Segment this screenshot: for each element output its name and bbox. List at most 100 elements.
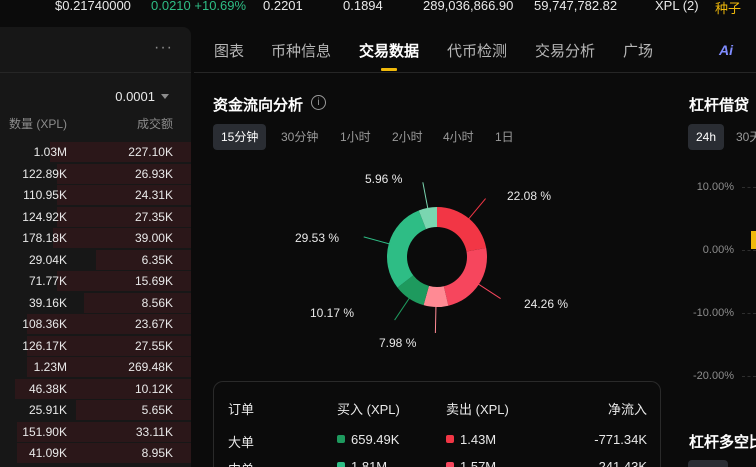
range-24h[interactable]: 24h [688, 124, 725, 150]
timeframe-4h[interactable]: 4小时 [435, 124, 482, 150]
ask-row[interactable]: 1.23M 269.48K [0, 356, 191, 378]
col-header-order: 订单 [228, 402, 255, 417]
sell-amount: 1.43M [460, 432, 497, 447]
range-tab[interactable] [688, 460, 728, 467]
buy-value: 659.49K [337, 432, 399, 447]
seed-tag[interactable]: 种子 [715, 0, 741, 17]
tab-trade-data[interactable]: 交易数据 [359, 40, 419, 61]
sell-value: 1.57M [446, 459, 496, 467]
timeframe-15m[interactable]: 15分钟 [213, 124, 267, 150]
ask-row[interactable]: 108.36K 23.67K [0, 313, 191, 335]
ticker-bar: $0.21740000 0.0210 +10.69% 0.2201 0.1894… [0, 0, 756, 16]
leader-line [476, 282, 501, 300]
info-circle-icon[interactable]: i [311, 95, 326, 110]
ask-row[interactable]: 39.16K 8.56K [0, 292, 191, 314]
ask-row[interactable]: 25.91K 5.65K [0, 399, 191, 421]
order-type: 大单 [228, 435, 255, 450]
panel-divider [0, 72, 191, 73]
ask-row[interactable]: 178.18K 39.00K [0, 227, 191, 249]
orders-table: 订单 买入 (XPL) 卖出 (XPL) 净流入 大单 659.49K 1.43… [213, 381, 661, 467]
tab-chart[interactable]: 图表 [214, 40, 244, 61]
col-header-buy: 买入 (XPL) [337, 402, 400, 417]
ask-qty: 46.38K [28, 381, 67, 396]
sell-marker-icon [446, 435, 454, 443]
ask-qty: 108.36K [22, 317, 67, 331]
donut-slice[interactable] [437, 207, 487, 252]
ask-row[interactable]: 151.90K 33.11K [0, 421, 191, 443]
y-tick: -20.00% [693, 370, 734, 382]
timeframe-1d[interactable]: 1日 [487, 124, 522, 150]
ask-qty: 126.17K [22, 338, 67, 353]
more-dots-icon[interactable]: ··· [154, 39, 173, 57]
ask-row[interactable]: 122.89K 26.93K [0, 163, 191, 185]
depth-bar [84, 292, 191, 313]
tab-token-check[interactable]: 代币检测 [447, 40, 507, 61]
ask-total: 26.93K [134, 166, 173, 181]
ask-qty: 178.18K [22, 231, 67, 245]
donut-slice[interactable] [387, 210, 427, 288]
ask-row[interactable]: 41.09K 8.95K [0, 442, 191, 464]
range-30d[interactable]: 30天 [736, 124, 756, 150]
ask-qty: 1.03M [33, 145, 67, 159]
ask-qty: 124.92K [22, 209, 67, 224]
buy-value: 1.81M [337, 459, 387, 467]
ask-row[interactable]: 110.95K 24.31K [0, 184, 191, 206]
ai-icon[interactable]: Ai [719, 42, 733, 58]
buy-marker-icon [337, 435, 345, 443]
ask-total: 27.55K [134, 338, 173, 353]
sell-marker-icon [446, 462, 454, 467]
slice-label: 24.26 % [524, 297, 569, 311]
ask-qty: 29.04K [28, 252, 67, 267]
col-header-sell: 卖出 (XPL) [446, 402, 509, 417]
timeframe-30m[interactable]: 30分钟 [273, 124, 326, 150]
ask-qty: 122.89K [22, 166, 67, 181]
buy-amount: 659.49K [351, 432, 400, 447]
high-24h: 0.2201 [263, 0, 303, 13]
last-price: $0.21740000 [55, 0, 131, 13]
margin-lending-title: 杠杆借贷 [689, 97, 750, 114]
ask-total: 15.69K [134, 274, 173, 288]
timeframe-2h[interactable]: 2小时 [384, 124, 431, 150]
slice-label: 10.17 % [310, 306, 355, 320]
ask-qty: 25.91K [28, 403, 67, 417]
donut-slice[interactable] [443, 247, 487, 306]
low-24h: 0.1894 [343, 0, 383, 13]
ask-row[interactable]: 1.03M 227.10K [0, 141, 191, 163]
order-type: 中单 [228, 459, 254, 467]
ask-total: 10.12K [134, 381, 173, 396]
section-title: 资金流向分析 [213, 97, 304, 114]
orderbook-panel: ··· 0.0001 数量 (XPL) 成交额 1.03M 227.10K 122.… [0, 27, 191, 467]
ask-row[interactable]: 124.92K 27.35K [0, 206, 191, 228]
leader-line [422, 182, 429, 210]
ask-total: 227.10K [128, 145, 173, 159]
net-inflow: 241.43K [598, 459, 647, 467]
app-root: $0.21740000 0.0210 +10.69% 0.2201 0.1894… [0, 0, 756, 467]
precision-select[interactable]: 0.0001 [115, 89, 155, 104]
ask-total: 24.31K [134, 188, 173, 202]
ask-row[interactable]: 29.04K 6.35K [0, 249, 191, 271]
col-header-net: 净流入 [607, 402, 647, 417]
ask-qty: 151.90K [22, 424, 67, 439]
ask-total: 39.00K [134, 231, 173, 245]
y-tick: 10.00% [696, 181, 734, 193]
grid-line [742, 187, 756, 188]
price-change: 0.0210 +10.69% [151, 0, 247, 13]
grid-line [742, 250, 756, 251]
volume-24h: 289,036,866.90 [423, 0, 514, 13]
active-tab-indicator [381, 68, 397, 71]
ask-total: 27.35K [134, 209, 173, 224]
slice-label: 7.98 % [379, 336, 417, 350]
grid-line [742, 376, 756, 377]
tab-square[interactable]: 广场 [623, 40, 653, 61]
ask-row[interactable]: 71.77K 15.69K [0, 270, 191, 292]
ask-row[interactable]: 46.38K 10.12K [0, 378, 191, 400]
timeframe-1h[interactable]: 1小时 [332, 124, 379, 150]
tab-coin-info[interactable]: 币种信息 [271, 40, 331, 61]
pair-label[interactable]: XPL (2) [655, 0, 699, 13]
ask-row[interactable]: 126.17K 27.55K [0, 335, 191, 357]
sell-amount: 1.57M [460, 459, 497, 467]
total-column-header: 成交额 [136, 117, 173, 131]
chevron-down-icon[interactable] [161, 94, 169, 99]
tab-trade-analysis[interactable]: 交易分析 [535, 40, 595, 61]
leader-line [394, 296, 411, 321]
